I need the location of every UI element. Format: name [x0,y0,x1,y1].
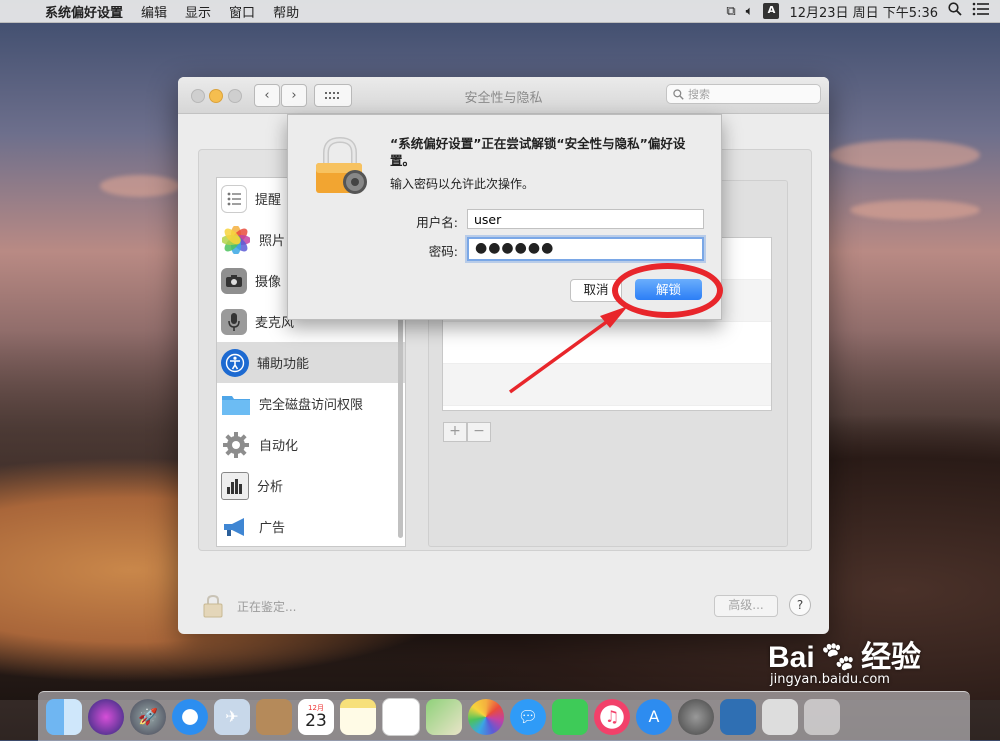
notes-icon[interactable] [340,698,376,735]
calendar-day: 23 [305,710,327,731]
watermark-brand: Bai [768,641,815,674]
finder-icon[interactable] [46,698,82,735]
watermark-brand-suffix: 经验 [861,641,922,674]
music-icon[interactable]: ♫ [594,698,630,735]
printer-icon[interactable] [762,698,798,735]
photos-icon[interactable] [468,698,504,735]
dock: 🚀 ✈ 12月 23 💬︎ ♫ A [38,691,970,741]
maps-icon[interactable] [426,698,462,735]
system-preferences-icon[interactable] [678,698,714,735]
launchpad-icon[interactable]: 🚀 [130,698,166,735]
reminders-icon[interactable] [382,697,420,736]
mail-icon[interactable]: ✈ [214,698,250,735]
watermark-url: jingyan.baidu.com [770,672,890,687]
app-store-icon[interactable]: A [636,698,672,735]
remote-desktop-icon[interactable] [720,698,756,735]
contacts-icon[interactable] [256,698,292,735]
calendar-icon[interactable]: 12月 23 [298,698,334,735]
messages-icon[interactable]: 💬︎ [510,698,546,735]
facetime-icon[interactable] [552,698,588,735]
siri-icon[interactable] [88,698,124,735]
annotation-arrow [508,306,628,394]
baidu-watermark: Bai 🐾︎ 经验 jingyan.baidu.com [768,632,922,687]
trash-icon[interactable] [804,698,840,735]
safari-icon[interactable] [172,698,208,735]
paw-icon: 🐾︎ [818,641,857,674]
